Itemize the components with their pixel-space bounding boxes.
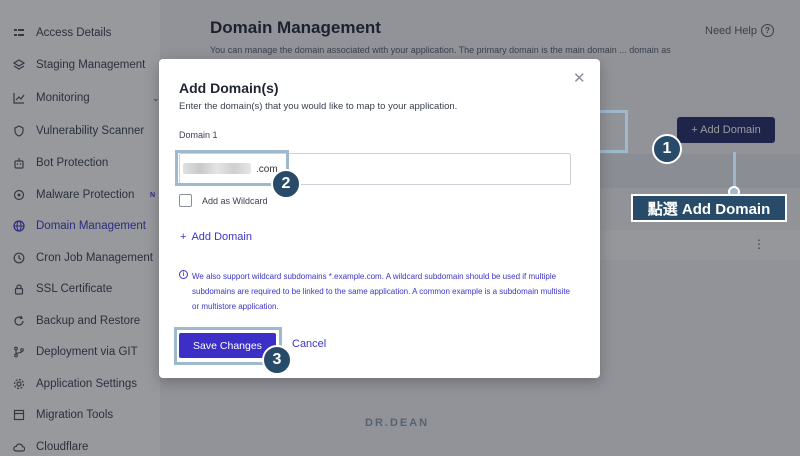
callout-label: 點選 Add Domain: [631, 194, 787, 222]
add-domain-link-label: Add Domain: [191, 231, 252, 243]
step-marker-3: 3: [262, 345, 292, 375]
wildcard-label: Add as Wildcard: [202, 196, 268, 206]
cancel-button[interactable]: Cancel: [292, 338, 326, 350]
wildcard-checkbox[interactable]: [179, 194, 192, 207]
modal-title: Add Domain(s): [179, 80, 279, 96]
modal-subtitle: Enter the domain(s) that you would like …: [179, 101, 458, 112]
add-domain-link[interactable]: + Add Domain: [180, 231, 252, 243]
wildcard-note: We also support wildcard subdomains *.ex…: [192, 272, 570, 311]
add-domain-modal: Add Domain(s) Enter the domain(s) that y…: [159, 59, 600, 378]
plus-icon: +: [180, 231, 187, 243]
domain-field-label: Domain 1: [179, 130, 218, 140]
close-icon[interactable]: ✕: [573, 69, 586, 87]
step-marker-2: 2: [271, 169, 301, 199]
step-marker-1: 1: [652, 134, 682, 164]
info-icon: i: [179, 270, 188, 279]
